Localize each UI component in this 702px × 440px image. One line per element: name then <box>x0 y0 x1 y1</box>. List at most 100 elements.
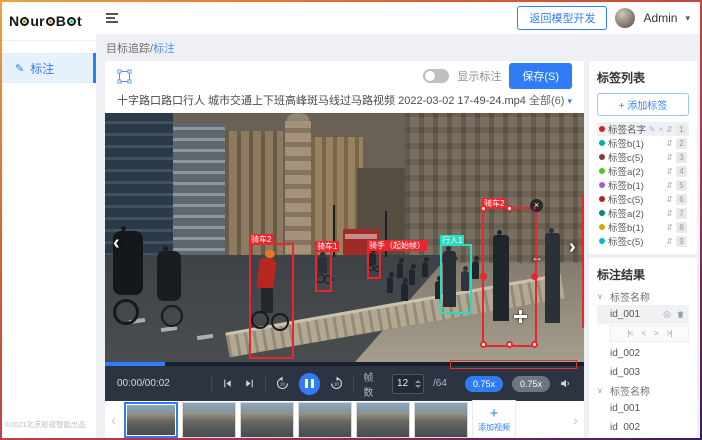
logo-bullseye-icon <box>46 17 55 26</box>
bbox-label: 骑手（起始帧） <box>367 240 427 251</box>
forward-10-button[interactable]: 10 <box>329 376 344 391</box>
resize-handle[interactable] <box>506 205 513 212</box>
back-to-model-dev-button[interactable]: 返回模型开发 <box>517 6 607 30</box>
tree-item-label: id_001 <box>610 305 658 324</box>
frame-number-field[interactable] <box>397 378 413 389</box>
tag-color-dot <box>599 224 605 230</box>
tag-row[interactable]: 标签c(5)⇵9 <box>597 234 689 248</box>
bbox[interactable]: 骑车2 <box>249 243 294 359</box>
tree-group-header[interactable]: ∨标签名称 <box>597 382 689 399</box>
resize-handle[interactable] <box>531 273 538 280</box>
tag-color-dot <box>599 140 605 146</box>
frame-pager[interactable]: |< < > >| <box>610 325 689 342</box>
shortcut-badge: 6 <box>676 194 687 205</box>
breadcrumb-parent[interactable]: 目标追踪 <box>106 43 150 55</box>
thumbs-next-button[interactable]: › <box>569 412 582 428</box>
resize-handle[interactable] <box>480 273 487 280</box>
resize-handle[interactable] <box>506 341 513 348</box>
player-controls: 00:00/00:02 10 10 帧数 <box>105 366 584 401</box>
user-menu[interactable]: Admin <box>643 11 677 25</box>
resize-arrow-icon: ↔ <box>531 250 543 264</box>
thumbnail[interactable] <box>298 402 352 438</box>
shortcut-badge: 3 <box>676 152 687 163</box>
pager-button[interactable]: < <box>641 329 645 338</box>
tag-row[interactable]: 标签c(5)⇵6 <box>597 192 689 206</box>
tree-item[interactable]: id_003 <box>597 363 689 382</box>
shortcut-arrows-icon: ⇵ <box>666 125 673 134</box>
menu-fold-icon[interactable] <box>106 13 118 23</box>
tree-item[interactable]: id_001 <box>597 399 689 418</box>
thumbs-prev-button[interactable]: ‹ <box>107 412 120 428</box>
rewind-10-button[interactable]: 10 <box>275 376 290 391</box>
avatar[interactable] <box>615 8 635 28</box>
bbox[interactable]: 骑车2×↔ <box>482 207 537 347</box>
tag-label: 标签名字最长数... <box>608 122 646 136</box>
tag-row[interactable]: 标签b(1)⇵2 <box>597 136 689 150</box>
app: NurBt ✎ 标注 ©2021北京矩视智能出品 返回模型开发 Admin ▾ … <box>2 2 700 438</box>
tag-row[interactable]: 标签b(1)⇵5 <box>597 178 689 192</box>
tree-item[interactable]: id_001 ◎ <box>597 305 689 324</box>
tree-item-label: id_002 <box>610 344 640 363</box>
right-panel: 标签列表 + 添加标签 标签名字最长数...✎×⇵1标签b(1)⇵2标签c(5)… <box>589 61 697 438</box>
resize-handle[interactable] <box>480 205 487 212</box>
prev-frame-button[interactable] <box>221 377 234 390</box>
resize-handle[interactable] <box>580 237 584 244</box>
pager-button[interactable]: |< <box>628 329 633 338</box>
video-next-button[interactable]: › <box>569 237 576 257</box>
shortcut-arrows-icon: ⇵ <box>666 223 673 232</box>
sidebar-item-annotate[interactable]: ✎ 标注 <box>2 53 96 83</box>
show-annotation-toggle[interactable] <box>423 69 449 83</box>
bbox[interactable]: 骑车1 <box>315 250 332 292</box>
pager-button[interactable]: >| <box>667 329 672 338</box>
logo-bullseye-icon <box>67 17 76 26</box>
speed-pill[interactable]: 0.75x <box>512 376 550 392</box>
save-button[interactable]: 保存(S) <box>509 63 572 89</box>
edit-icon[interactable]: ✎ <box>649 125 656 134</box>
sidebar-item-label: 标注 <box>30 60 54 77</box>
thumbnail[interactable] <box>182 402 236 438</box>
trash-icon[interactable] <box>676 310 685 319</box>
filter-dropdown[interactable]: 全部(6) ▾ <box>529 92 572 108</box>
speed-pill-active[interactable]: 0.75x <box>465 376 503 392</box>
thumbnail[interactable] <box>124 402 178 438</box>
thumbnail[interactable] <box>356 402 410 438</box>
history-icon[interactable]: ◎ <box>663 305 671 324</box>
pager-button[interactable]: > <box>654 329 658 338</box>
pause-button[interactable] <box>299 373 321 395</box>
tag-rows: 标签名字最长数...✎×⇵1标签b(1)⇵2标签c(5)⇵3标签a(2)⇵4标签… <box>597 122 689 248</box>
tree-item[interactable]: id_002 <box>597 418 689 430</box>
next-frame-button[interactable] <box>243 377 256 390</box>
tag-color-dot <box>599 238 605 244</box>
rect-select-icon[interactable] <box>117 69 132 84</box>
tag-row[interactable]: 标签名字最长数...✎×⇵1 <box>597 122 689 136</box>
progress-bar[interactable] <box>105 362 584 366</box>
bbox[interactable]: 骑手（起始帧） <box>367 249 381 279</box>
thumbnail[interactable] <box>414 402 468 438</box>
video-canvas[interactable]: 骑车2 骑车1 骑手（起始帧） 行人1 骑车2×↔ ‹ › <box>105 113 584 362</box>
tag-list-title: 标签列表 <box>597 69 689 86</box>
close-icon[interactable]: × <box>530 199 543 212</box>
video-prev-button[interactable]: ‹ <box>113 233 120 253</box>
thumbnail[interactable] <box>240 402 294 438</box>
frame-input[interactable] <box>392 374 424 394</box>
tag-row[interactable]: 标签c(5)⇵3 <box>597 150 689 164</box>
delete-icon[interactable]: × <box>659 125 664 134</box>
tree-group-header[interactable]: ∨标签名称 <box>597 288 689 305</box>
tag-row[interactable]: 标签a(2)⇵7 <box>597 206 689 220</box>
shortcut-arrows-icon: ⇵ <box>666 167 673 176</box>
bbox[interactable] <box>582 195 584 328</box>
caret-down-icon[interactable]: ▾ <box>685 13 690 24</box>
tree-group-label: 标签名称 <box>610 289 650 304</box>
shortcut-badge: 8 <box>676 222 687 233</box>
frame-stepper[interactable] <box>415 380 421 388</box>
resize-handle[interactable] <box>480 341 487 348</box>
add-video-button[interactable]: + 添加视频 <box>472 400 516 439</box>
tag-row[interactable]: 标签a(2)⇵4 <box>597 164 689 178</box>
resize-handle[interactable] <box>531 341 538 348</box>
tag-row[interactable]: 标签b(1)⇵8 <box>597 220 689 234</box>
add-tag-button[interactable]: + 添加标签 <box>597 93 689 116</box>
logo-text: ur <box>30 13 44 29</box>
volume-icon[interactable] <box>559 377 572 390</box>
bbox[interactable]: 行人1 <box>440 244 472 314</box>
tree-item[interactable]: id_002 <box>597 344 689 363</box>
